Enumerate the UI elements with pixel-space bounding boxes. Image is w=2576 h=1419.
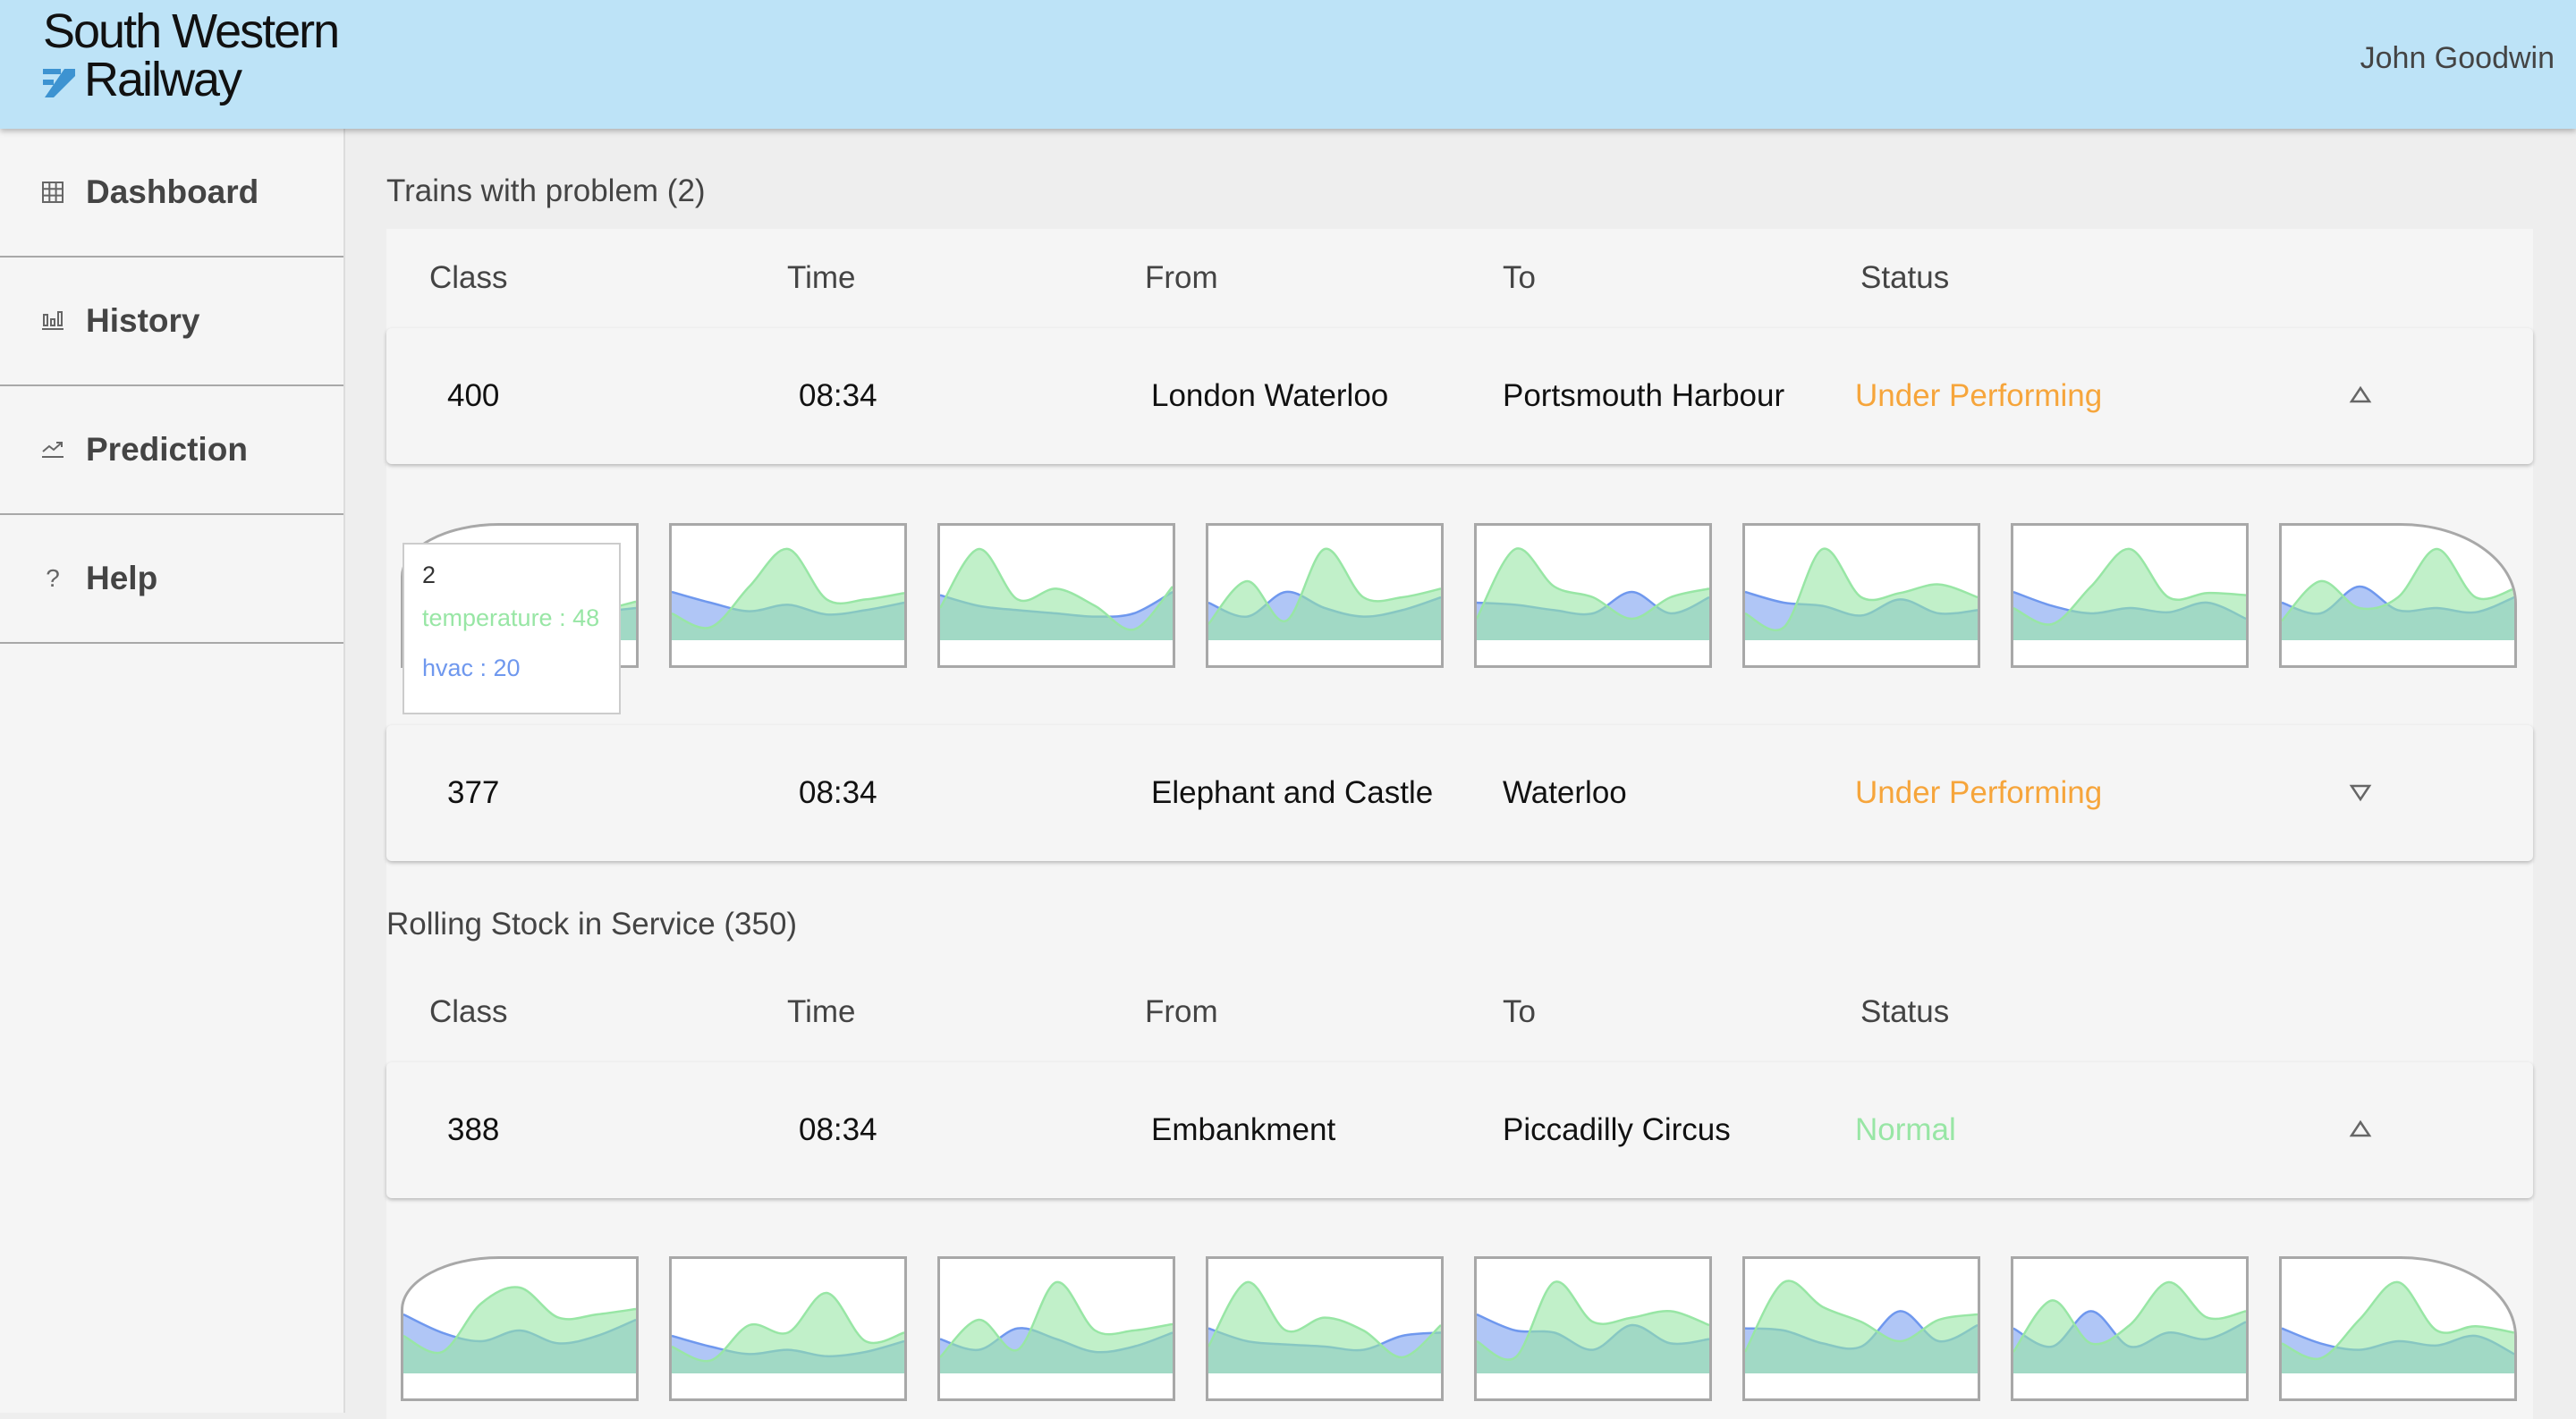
column-header-status[interactable]: Status [1860, 260, 1949, 296]
temperature-area [1208, 548, 1441, 640]
cell-to: Piccadilly Circus [1503, 1112, 1731, 1147]
table-header: Class Time From To Status [386, 963, 2533, 1063]
user-name[interactable]: John Goodwin [2360, 41, 2555, 76]
cell-from: Embankment [1151, 1112, 1336, 1147]
sidebar-item-label: Help [86, 560, 158, 596]
status-badge: Normal [1855, 1112, 1956, 1147]
carriage-chart[interactable] [1206, 523, 1444, 668]
cell-time: 08:34 [799, 378, 877, 413]
column-header-class[interactable]: Class [429, 260, 508, 296]
trend-up-icon [41, 438, 64, 461]
carriage-chart[interactable] [1474, 523, 1712, 668]
area-chart [940, 547, 1173, 640]
cell-class: 377 [447, 775, 500, 810]
table-row[interactable]: 388 08:34 Embankment Piccadilly Circus N… [386, 1062, 2533, 1198]
area-chart [1745, 547, 1978, 640]
carriage-chart[interactable] [937, 523, 1175, 668]
temperature-area [2013, 548, 2246, 640]
cell-to: Portsmouth Harbour [1503, 378, 1785, 413]
bar-chart-icon [41, 309, 64, 333]
chevron-down-icon[interactable] [2349, 781, 2372, 804]
column-header-from[interactable]: From [1145, 260, 1218, 296]
sidebar-item-dashboard[interactable]: Dashboard [0, 129, 343, 258]
temperature-area [2013, 1281, 2246, 1373]
column-header-to[interactable]: To [1503, 260, 1536, 296]
column-header-from[interactable]: From [1145, 994, 1218, 1030]
carriage-chart[interactable] [1742, 523, 1980, 668]
cell-time: 08:34 [799, 1112, 877, 1147]
chevron-up-icon[interactable] [2349, 1118, 2372, 1141]
column-header-class[interactable]: Class [429, 994, 508, 1030]
status-badge: Under Performing [1855, 775, 2103, 810]
area-chart [1477, 1280, 1709, 1373]
temperature-area [2282, 549, 2514, 640]
sidebar-item-label: Dashboard [86, 173, 259, 210]
temperature-area [1745, 1280, 1978, 1373]
table-row[interactable]: 377 08:34 Elephant and Castle Waterloo U… [386, 725, 2533, 861]
area-chart [1208, 1280, 1441, 1373]
carriage-chart[interactable] [2279, 1256, 2517, 1401]
sidebar-item-history[interactable]: History [0, 258, 343, 386]
column-header-time[interactable]: Time [787, 994, 855, 1030]
tooltip-temperature: temperature : 48 [422, 604, 600, 631]
sidebar-item-label: History [86, 302, 200, 339]
carriage-chart[interactable] [937, 1256, 1175, 1401]
section-title-problem-trains: Trains with problem (2) [386, 173, 706, 208]
carriage-chart[interactable] [1742, 1256, 1980, 1401]
carriage-chart[interactable] [669, 523, 907, 668]
brand-arrow-icon [43, 69, 75, 97]
carriage-charts [386, 523, 2533, 668]
area-chart [1745, 1280, 1978, 1373]
carriage-chart[interactable] [2011, 1256, 2249, 1401]
column-header-status[interactable]: Status [1860, 994, 1949, 1030]
carriage-chart[interactable] [669, 1256, 907, 1401]
cell-class: 388 [447, 1112, 500, 1147]
column-header-time[interactable]: Time [787, 260, 855, 296]
status-badge: Under Performing [1855, 378, 2103, 413]
chevron-up-icon[interactable] [2349, 384, 2372, 407]
area-chart [2013, 1280, 2246, 1373]
carriage-chart[interactable] [1474, 1256, 1712, 1401]
table-header: Class Time From To Status [386, 229, 2533, 329]
area-chart [940, 1280, 1173, 1373]
carriage-chart[interactable] [1206, 1256, 1444, 1401]
cell-class: 400 [447, 378, 500, 413]
top-bar: South Western Railway John Goodwin [0, 0, 2576, 129]
carriage-charts [386, 1256, 2533, 1401]
brand-logo[interactable]: South Western Railway [43, 4, 340, 106]
tooltip-hvac: hvac : 20 [422, 655, 521, 681]
table-row[interactable]: 400 08:34 London Waterloo Portsmouth Har… [386, 328, 2533, 464]
area-chart [1208, 547, 1441, 640]
sidebar: Dashboard History Prediction ? Help [0, 129, 345, 1413]
area-chart [672, 547, 904, 640]
area-chart [403, 1286, 636, 1373]
area-chart [2282, 547, 2514, 640]
column-header-to[interactable]: To [1503, 994, 1536, 1030]
area-chart [672, 1291, 904, 1373]
grid-icon [41, 181, 64, 204]
temperature-area [940, 1281, 1173, 1373]
carriage-chart[interactable] [2011, 523, 2249, 668]
brand-line-1: South Western [43, 4, 340, 58]
cell-from: London Waterloo [1151, 378, 1389, 413]
cell-time: 08:34 [799, 775, 877, 810]
temperature-area [1208, 1281, 1441, 1373]
question-icon: ? [46, 564, 60, 592]
area-chart [2282, 1280, 2514, 1373]
tooltip-label: 2 [422, 562, 436, 588]
sidebar-item-prediction[interactable]: Prediction [0, 386, 343, 515]
chart-tooltip: 2 temperature : 48 hvac : 20 [402, 543, 621, 714]
temperature-area [1477, 548, 1709, 640]
section-title-rolling-stock: Rolling Stock in Service (350) [386, 907, 798, 942]
cell-to: Waterloo [1503, 775, 1627, 810]
area-chart [2013, 547, 2246, 640]
area-chart [1477, 547, 1709, 640]
sidebar-item-help[interactable]: ? Help [0, 515, 343, 644]
carriage-chart[interactable] [401, 1256, 639, 1401]
carriage-chart[interactable] [2279, 523, 2517, 668]
sidebar-item-label: Prediction [86, 431, 248, 468]
brand-line-2: Railway [84, 53, 242, 106]
cell-from: Elephant and Castle [1151, 775, 1434, 810]
